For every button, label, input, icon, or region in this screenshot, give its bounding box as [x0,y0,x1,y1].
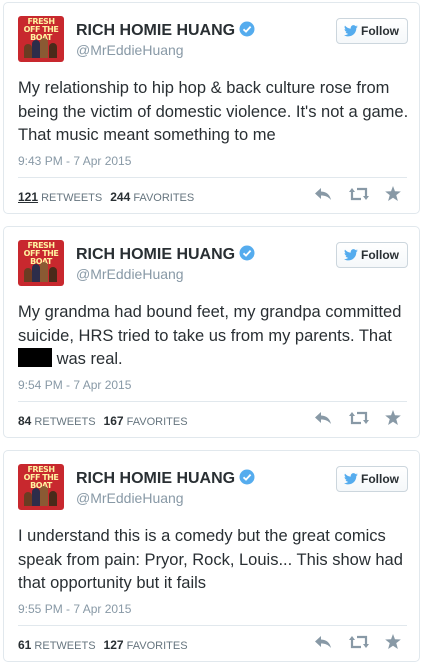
tweet-header: FRESH OFF THE BOAT RICH HOMIE HUANG @MrE… [4,451,419,511]
avatar-figures [24,484,58,506]
retweet-count[interactable]: 61 RETWEETS [18,638,96,652]
redaction-block [18,348,52,367]
reply-icon[interactable] [314,635,332,654]
retweet-icon[interactable] [348,187,369,206]
follow-button[interactable]: Follow [336,18,408,44]
divider [18,625,407,626]
twitter-bird-icon [344,249,358,261]
tweet-timestamp[interactable]: 9:55 PM - 7 Apr 2015 [18,602,131,616]
follow-button[interactable]: Follow [336,466,408,492]
follow-label: Follow [361,472,399,486]
tweet-header: FRESH OFF THE BOAT RICH HOMIE HUANG @MrE… [4,3,419,63]
tweet-card: FRESH OFF THE BOAT RICH HOMIE HUANG @MrE… [3,226,420,438]
verified-badge-icon [239,469,255,490]
divider [18,177,407,178]
avatar[interactable]: FRESH OFF THE BOAT [18,240,64,286]
follow-button[interactable]: Follow [336,242,408,268]
verified-badge-icon [239,21,255,42]
favorite-star-icon[interactable] [385,410,401,430]
tweet-text: I understand this is a comedy but the gr… [18,527,403,592]
tweet-text: My grandma had bound feet, my grandpa co… [18,303,402,368]
avatar-figures [24,36,58,58]
tweet-text: My relationship to hip hop & back cultur… [18,79,409,144]
tweet-timestamp[interactable]: 9:54 PM - 7 Apr 2015 [18,378,131,392]
favorite-count[interactable]: 167 FAVORITES [104,414,188,428]
display-name[interactable]: RICH HOMIE HUANG [76,469,255,490]
follow-label: Follow [361,24,399,38]
favorite-count[interactable]: 127 FAVORITES [104,638,188,652]
retweet-count[interactable]: 84 RETWEETS [18,414,96,428]
display-name-text: RICH HOMIE HUANG [76,246,236,263]
tweet-actions [302,410,401,430]
reply-icon[interactable] [314,411,332,430]
favorite-count[interactable]: 244 FAVORITES [110,190,194,204]
tweet-stats: 84 RETWEETS 167 FAVORITES [18,414,188,428]
follow-label: Follow [361,248,399,262]
display-name[interactable]: RICH HOMIE HUANG [76,245,255,266]
reply-icon[interactable] [314,187,332,206]
username[interactable]: @MrEddieHuang [76,42,184,58]
retweet-count[interactable]: 121 RETWEETS [18,190,102,204]
retweet-icon[interactable] [348,635,369,654]
username[interactable]: @MrEddieHuang [76,266,184,282]
display-name-text: RICH HOMIE HUANG [76,470,236,487]
tweet-timestamp[interactable]: 9:43 PM - 7 Apr 2015 [18,154,131,168]
twitter-bird-icon [344,25,358,37]
twitter-bird-icon [344,473,358,485]
username[interactable]: @MrEddieHuang [76,490,184,506]
tweet-card: FRESH OFF THE BOAT RICH HOMIE HUANG @MrE… [3,2,420,214]
tweet-actions [302,186,401,206]
display-name-text: RICH HOMIE HUANG [76,22,236,39]
favorite-star-icon[interactable] [385,186,401,206]
tweet-stats: 61 RETWEETS 127 FAVORITES [18,638,188,652]
retweet-icon[interactable] [348,411,369,430]
tweet-card: FRESH OFF THE BOAT RICH HOMIE HUANG @MrE… [3,450,420,662]
tweet-stats: 121 RETWEETS 244 FAVORITES [18,190,194,204]
avatar[interactable]: FRESH OFF THE BOAT [18,464,64,510]
avatar-figures [24,260,58,282]
divider [18,401,407,402]
tweet-header: FRESH OFF THE BOAT RICH HOMIE HUANG @MrE… [4,227,419,287]
avatar[interactable]: FRESH OFF THE BOAT [18,16,64,62]
verified-badge-icon [239,245,255,266]
display-name[interactable]: RICH HOMIE HUANG [76,21,255,42]
tweet-actions [302,634,401,654]
favorite-star-icon[interactable] [385,634,401,654]
